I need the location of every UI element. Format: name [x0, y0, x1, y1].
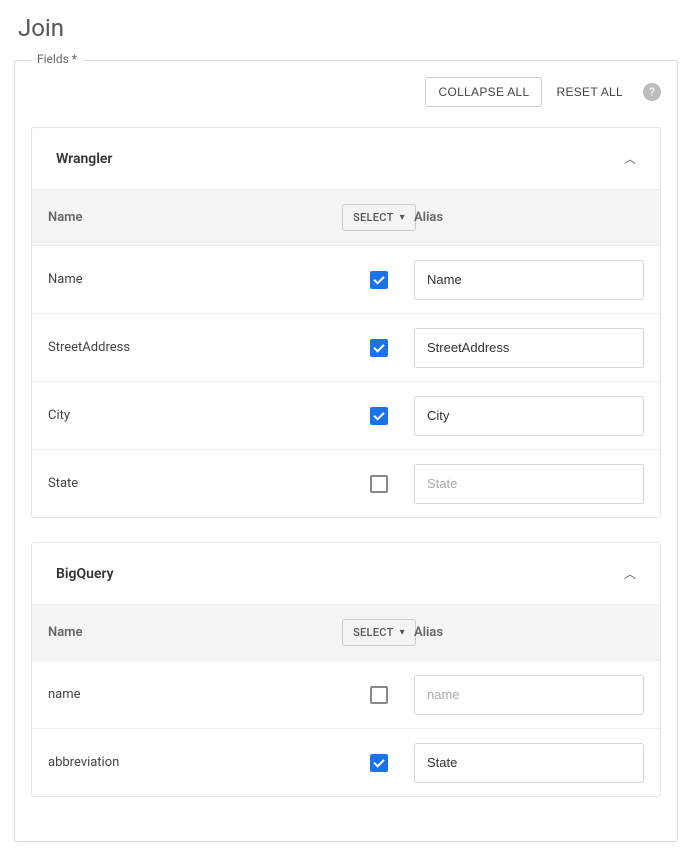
fields-toolbar: COLLAPSE ALL RESET ALL ?	[31, 77, 661, 107]
fields-fieldset: Fields * COLLAPSE ALL RESET ALL ? Wrangl…	[14, 60, 678, 842]
table-row: Name	[32, 245, 660, 313]
grid-header: Name SELECT ▾ Alias	[32, 604, 660, 660]
alias-input[interactable]	[414, 396, 644, 436]
field-name: name	[46, 687, 344, 702]
field-checkbox[interactable]	[370, 686, 388, 704]
help-icon[interactable]: ?	[643, 83, 661, 101]
fields-legend: Fields *	[31, 52, 83, 66]
table-row: City	[32, 381, 660, 449]
grid-header: Name SELECT ▾ Alias	[32, 189, 660, 245]
field-checkbox[interactable]	[370, 271, 388, 289]
fields-grid: Name SELECT ▾ Alias name abbreviation	[32, 604, 660, 796]
select-all-dropdown[interactable]: SELECT ▾	[342, 619, 416, 646]
panel-header[interactable]: BigQuery ﹀	[32, 543, 660, 604]
field-name: City	[46, 408, 344, 423]
panel: BigQuery ﹀ Name SELECT ▾ Alias name abbreviatio…	[31, 542, 661, 797]
field-name: State	[46, 476, 344, 491]
field-checkbox[interactable]	[370, 754, 388, 772]
select-all-label: SELECT	[353, 626, 394, 639]
reset-all-button[interactable]: RESET ALL	[550, 78, 629, 106]
fields-grid: Name SELECT ▾ Alias Name StreetAddress City Sta…	[32, 189, 660, 517]
panel-title: Wrangler	[56, 151, 112, 167]
select-all-label: SELECT	[353, 211, 394, 224]
panel-header[interactable]: Wrangler ﹀	[32, 128, 660, 189]
alias-input[interactable]	[414, 675, 644, 715]
alias-input[interactable]	[414, 260, 644, 300]
caret-down-icon: ▾	[400, 212, 405, 223]
table-row: State	[32, 449, 660, 517]
chevron-up-icon[interactable]: ﹀	[624, 150, 636, 167]
select-all-dropdown[interactable]: SELECT ▾	[342, 204, 416, 231]
field-name: Name	[46, 272, 344, 287]
column-alias-header: Alias	[414, 210, 644, 225]
field-checkbox[interactable]	[370, 339, 388, 357]
alias-input[interactable]	[414, 743, 644, 783]
alias-input[interactable]	[414, 328, 644, 368]
collapse-all-button[interactable]: COLLAPSE ALL	[425, 77, 542, 107]
field-checkbox[interactable]	[370, 407, 388, 425]
panel: Wrangler ﹀ Name SELECT ▾ Alias Name StreetAddre…	[31, 127, 661, 518]
panel-title: BigQuery	[56, 566, 114, 582]
column-name-header: Name	[46, 210, 344, 225]
column-alias-header: Alias	[414, 625, 644, 640]
table-row: name	[32, 660, 660, 728]
caret-down-icon: ▾	[400, 627, 405, 638]
table-row: StreetAddress	[32, 313, 660, 381]
field-checkbox[interactable]	[370, 475, 388, 493]
chevron-up-icon[interactable]: ﹀	[624, 565, 636, 582]
table-row: abbreviation	[32, 728, 660, 796]
field-name: StreetAddress	[46, 340, 344, 355]
alias-input[interactable]	[414, 464, 644, 504]
field-name: abbreviation	[46, 755, 344, 770]
page-title: Join	[0, 0, 692, 50]
column-name-header: Name	[46, 625, 344, 640]
